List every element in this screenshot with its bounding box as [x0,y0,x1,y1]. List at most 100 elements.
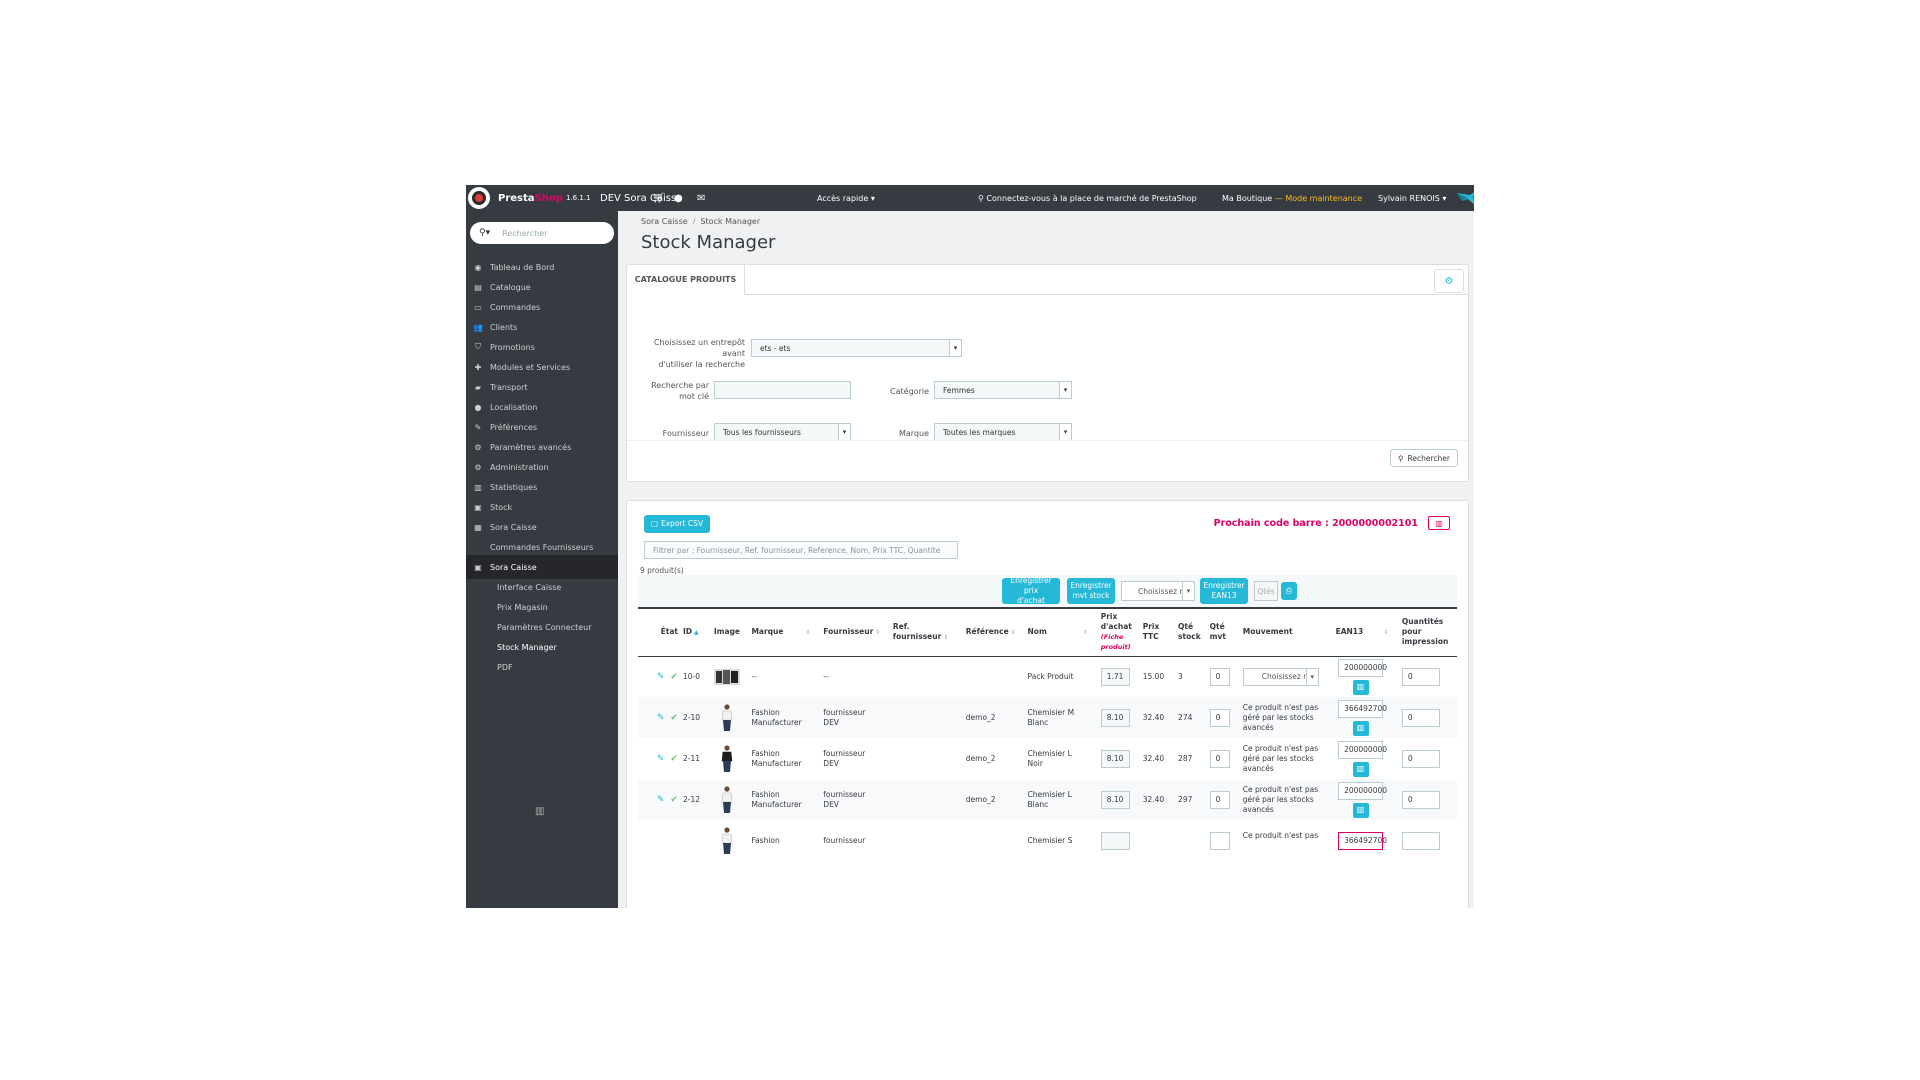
print-qty-input[interactable]: 0 [1401,667,1440,686]
sort-icon[interactable]: ⇕ [1083,629,1088,636]
save-stock-movement-button[interactable]: Enregistrer mvt stock [1067,578,1115,604]
col-qte-mvt[interactable]: Qté mvt [1206,607,1240,657]
edit-icon[interactable]: ✎ [657,754,665,764]
movement-qty-input[interactable]: 0 [1209,667,1230,686]
category-select[interactable]: Femmes ▾ [934,381,1072,399]
marketplace-link[interactable]: ⚲ Connectez-vous à la place de marché de… [978,185,1197,211]
edit-icon[interactable]: ✎ [657,713,665,723]
table-row[interactable]: ✎ ✔ 2-12 Fashion Manufacturer fournisseur DEV d… [638,779,1457,820]
sort-icon[interactable]: ⇕ [875,629,880,636]
sort-icon[interactable]: ⇕ [943,634,948,641]
brand-name[interactable]: Presta Shop [498,185,563,211]
sort-icon[interactable]: ⇕ [1383,629,1388,636]
print-qty-input[interactable]: 0 [1401,790,1440,809]
print-qty-input[interactable] [1401,831,1440,850]
orders-icon: ▭ [474,302,482,312]
table-row[interactable]: ✎ ✔ 2-11 Fashion Manufacturer fournisseur DEV d… [638,738,1457,779]
save-ean13-button[interactable]: Enregistrer EAN13 [1200,578,1248,604]
ean13-input[interactable]: 200000000 [1338,740,1387,759]
cell-image [711,656,749,697]
collapse-sidebar-icon[interactable]: ▥ [535,806,544,817]
print-qty-input[interactable]: 0 [1401,749,1440,768]
check-icon[interactable]: ✔ [670,754,678,764]
settings-button[interactable]: ⚙ [1434,269,1464,293]
user-icon[interactable]: ● [674,185,683,211]
breadcrumb-parent[interactable]: Sora Caisse [641,217,688,226]
barcode-button[interactable]: ▥ [1352,761,1369,777]
sidebar-subitem-5[interactable]: PDF [466,655,618,679]
movement-select[interactable]: Choisissez mo ▾ [1242,667,1319,686]
search-input[interactable]: Rechercher [502,229,547,238]
envelope-icon[interactable]: ✉ [697,185,705,211]
movement-qty-input[interactable]: 0 [1209,749,1230,768]
col-marque[interactable]: Marque ⇕ [748,607,821,657]
col-qte-stock[interactable]: Qté stock [1175,607,1207,657]
ean13-input[interactable]: 200000000 [1338,658,1387,677]
search-icon[interactable]: ⚲▾ [479,228,490,238]
export-csv-button[interactable]: ▢ Export CSV [644,515,710,533]
barcode-button[interactable]: ▥ [1352,679,1369,695]
col-nom[interactable]: Nom ⇕ [1024,607,1098,657]
sidebar-item-label: Paramètres avancés [490,442,572,452]
col-ref-fournisseur[interactable]: Ref. fournisseur ⇕ [889,607,963,657]
sort-icon[interactable]: ⇕ [1011,629,1016,636]
col-reference[interactable]: Référence ⇕ [962,607,1025,657]
file-icon: ▢ [650,519,658,528]
barcode-button[interactable]: ▥ [1352,802,1369,818]
save-purchase-price-button[interactable]: Enregistrer prix d'achat [1002,576,1060,605]
tab-catalogue-produits[interactable]: CATALOGUE PRODUITS [627,265,745,295]
supplier-line-2: DEV [823,758,839,768]
user-menu[interactable]: Sylvain RENOIS ▾ [1378,185,1446,211]
shop-name-link[interactable]: DEV Sora Caisse [600,185,682,211]
purchase-price-input[interactable]: 1.71 [1100,667,1130,686]
barcode-button[interactable]: ▥ [1352,720,1369,736]
col-ean13[interactable]: EAN13 ⇕ [1332,607,1399,657]
edit-icon[interactable]: ✎ [657,795,665,805]
check-icon[interactable]: ✔ [670,672,678,682]
brand-select[interactable]: Toutes les marques ▾ [934,423,1072,441]
movement-qty-input[interactable]: 0 [1209,708,1230,727]
edit-icon[interactable]: ✎ [657,672,665,682]
col-prix-ttc[interactable]: Prix TTC [1139,607,1176,657]
shop-status[interactable]: Ma Boutique — Mode maintenance [1222,185,1362,211]
cell-id-value: 2-11 [682,753,700,763]
ean13-input[interactable]: 366492700 [1338,699,1387,718]
keyword-input[interactable] [714,381,851,399]
movement-bulk-select[interactable]: Choisissez mo ▾ [1121,581,1195,601]
search-button[interactable]: ⚲ Rechercher [1390,449,1458,467]
purchase-price-input[interactable]: 8.10 [1100,790,1130,809]
prestashop-logo-icon[interactable] [468,187,490,209]
col-etat[interactable]: État [638,607,680,657]
chevron-down-icon: ▾ [949,340,961,356]
sidebar-search[interactable]: ⚲▾ Rechercher [470,222,614,244]
purchase-price-input[interactable] [1100,831,1130,850]
cell-actions: ✎ ✔ [638,779,680,820]
quick-access-menu[interactable]: Accès rapide ▾ [817,185,875,211]
barcode-icon[interactable]: ▥ [1428,516,1450,530]
check-icon[interactable]: ✔ [670,713,678,723]
supplier-select[interactable]: Tous les fournisseurs ▾ [714,423,851,441]
sort-icon[interactable]: ⇕ [805,629,810,636]
brand-line-1: Fashion [751,707,780,717]
warehouse-select[interactable]: ets - ets ▾ [751,339,962,357]
col-fournisseur[interactable]: Fournisseur ⇕ [820,607,890,657]
table-row[interactable]: ✎ ✔ 2-10 Fashion Manufacturer fournisseur DEV d… [638,697,1457,738]
cart-icon[interactable]: 🛒︎ [652,185,665,211]
ean13-input[interactable]: 200000000 [1338,781,1387,800]
sort-asc-icon[interactable]: ▲ [694,629,699,636]
name-line-2: Noir [1027,758,1043,768]
col-prix-achat[interactable]: Prix d'achat (Fiche produit) [1097,607,1140,657]
table-row[interactable]: Fashion fournisseur Chemisier S Ce produit … [638,820,1457,861]
movement-qty-input[interactable]: 0 [1209,790,1230,809]
table-row[interactable]: ✎ ✔ 10-0 -- -- Pack Produit 1.71 15.00 3 0 Choisis… [638,656,1457,697]
print-button[interactable]: ⎙ [1281,582,1297,600]
purchase-price-input[interactable]: 8.10 [1100,708,1130,727]
movement-qty-input[interactable] [1209,831,1230,850]
col-id[interactable]: ID ▲ [679,607,711,657]
check-icon[interactable]: ✔ [670,795,678,805]
print-qty-input[interactable]: 0 [1401,708,1440,727]
quantities-input[interactable]: Qtés [1254,581,1278,601]
ean13-input[interactable]: 366492700 [1338,831,1387,850]
filter-input[interactable]: Filtrer par : Fournisseur, Ref. fourniss… [644,541,958,559]
purchase-price-input[interactable]: 8.10 [1100,749,1130,768]
